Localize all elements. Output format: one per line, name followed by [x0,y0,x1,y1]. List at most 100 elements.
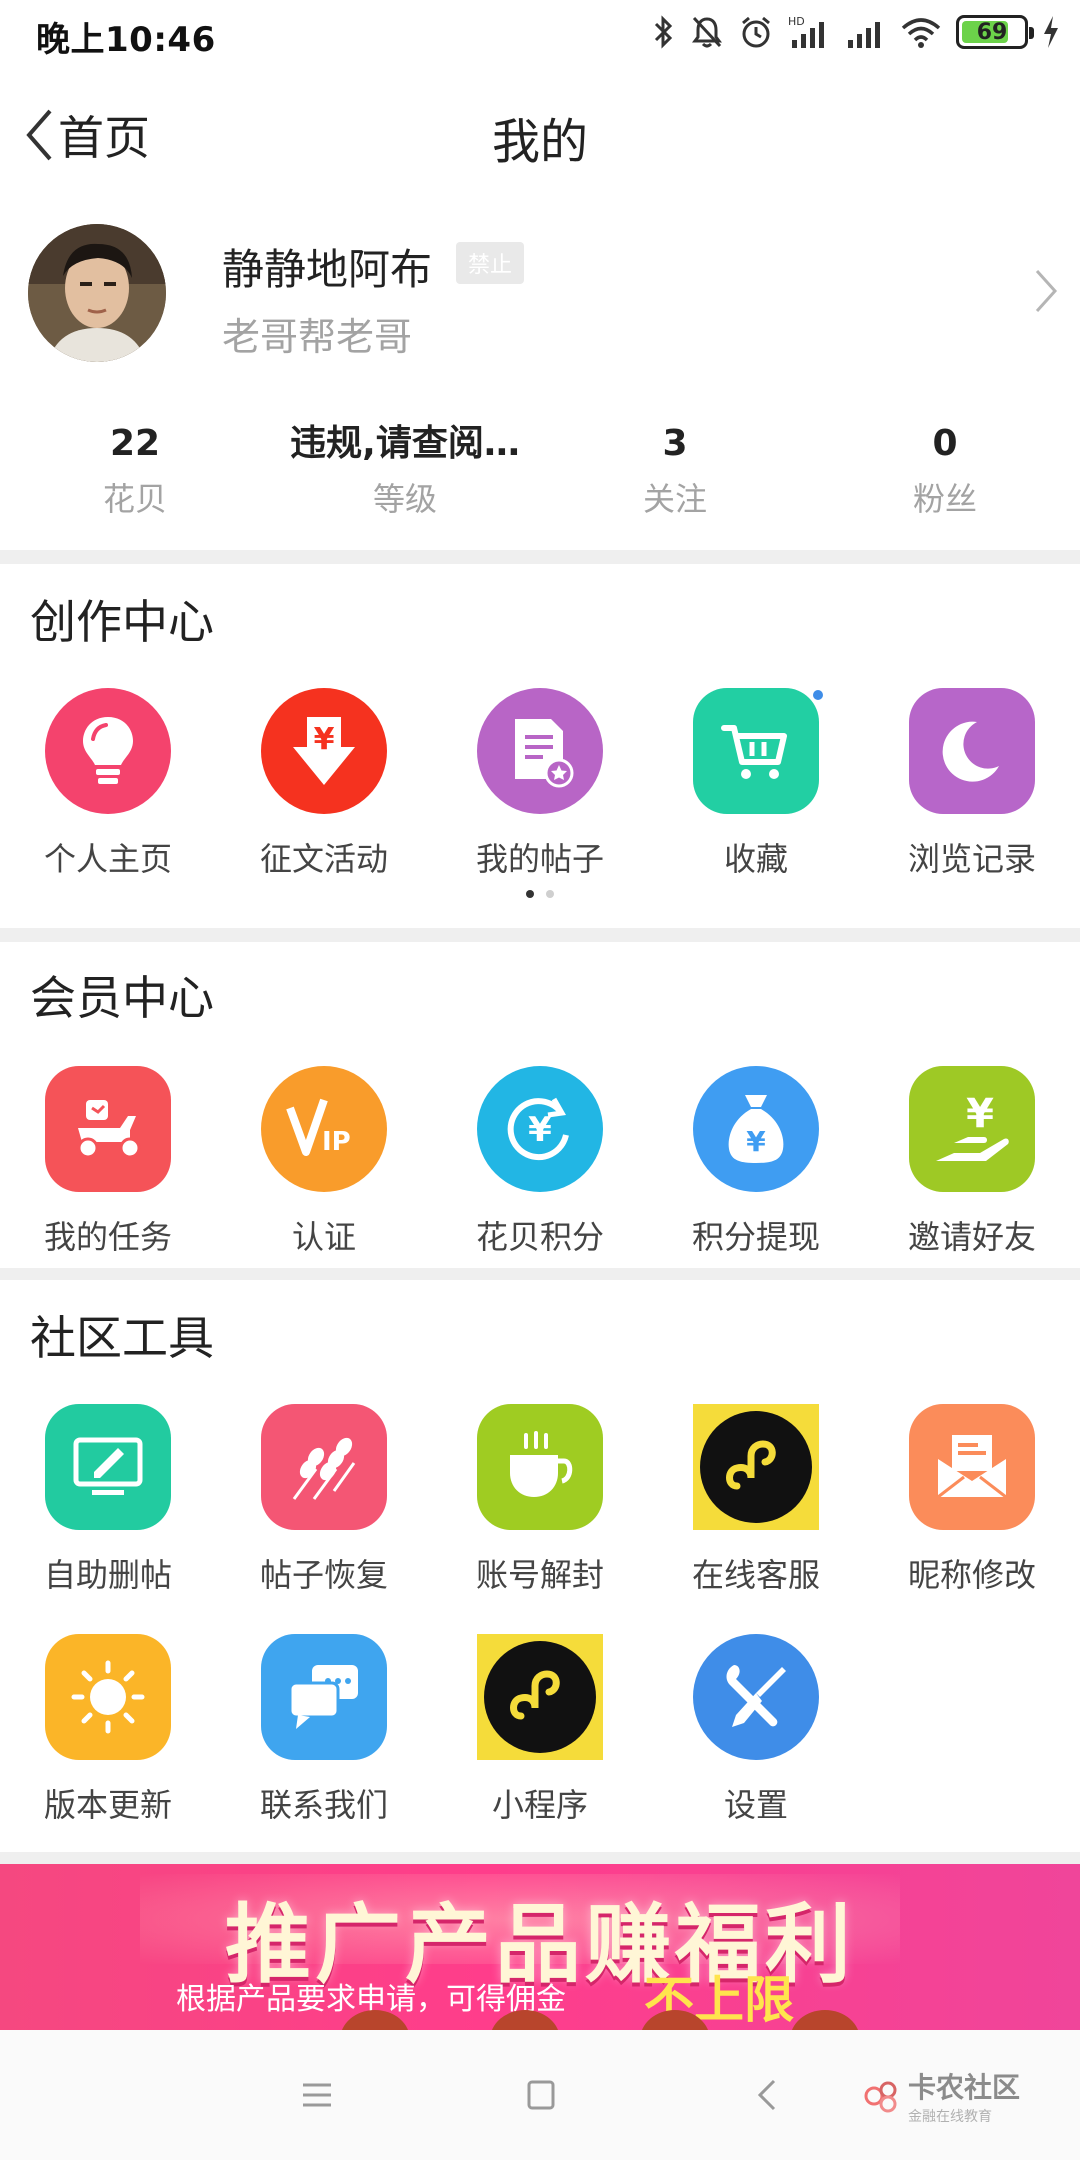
yuan-hand-icon: ¥ [909,1066,1035,1192]
stat-level[interactable]: 违规,请查阅… 等级 [270,418,540,538]
grid-item-label: 联系我们 [259,1786,388,1824]
svg-text:¥: ¥ [314,722,335,757]
vip-icon: IP [261,1066,387,1192]
mini-program-icon [477,1634,603,1760]
mini-program-icon [693,1404,819,1530]
grid-item-essay-event[interactable]: ¥ 征文活动 [216,688,432,880]
shopping-cart-icon [693,688,823,814]
menu-icon[interactable] [300,2078,334,2112]
status-time: 晚上10:46 [36,20,216,60]
grid-item-label: 昵称修改 [907,1556,1036,1594]
watermark: 卡农社区 金融在线教育 [864,2066,1020,2126]
svg-text:¥: ¥ [746,1125,766,1158]
stat-label: 花贝 [102,480,167,518]
stats-bar: 22 花贝 违规,请查阅… 等级 3 关注 0 粉丝 [0,418,1080,538]
status-bar: 晚上10:46 HD 69 [0,0,1080,66]
charging-icon [1044,16,1058,48]
grid-item-label: 个人主页 [43,840,172,878]
grid-item-history[interactable]: 浏览记录 [864,688,1080,880]
grid-item-label: 小程序 [491,1786,588,1824]
member-grid: 我的任务 IP 认证 ¥ 花贝积分 ¥ 积分提现 ¥ 邀请好友 [0,1066,1080,1258]
lightbulb-icon [45,688,171,814]
logo-icon [864,2081,897,2113]
svg-text:¥: ¥ [966,1091,994,1137]
nav-bar: 首页 我的 [0,66,1080,202]
username: 静静地阿布 [222,245,433,294]
grid-item-my-tasks[interactable]: 我的任务 [0,1066,216,1258]
grid-item-homepage[interactable]: 个人主页 [0,688,216,880]
grid-item-label: 浏览记录 [907,840,1036,878]
grid-item-label: 我的帖子 [475,840,604,878]
grid-item-contact-us[interactable]: 联系我们 [216,1634,432,1826]
grid-item-label: 账号解封 [475,1556,604,1594]
grid-item-restore-post[interactable]: 帖子恢复 [216,1404,432,1596]
signal-hd-icon: HD [788,15,824,48]
section-divider [0,928,1080,942]
creation-grid: 个人主页 ¥ 征文活动 我的帖子 收藏 浏览记录 [0,688,1080,880]
grid-item-label: 收藏 [723,840,788,878]
monitor-edit-icon [45,1404,171,1530]
grid-item-label: 设置 [723,1786,788,1824]
grid-item-label: 花贝积分 [475,1218,604,1256]
grid-item-nickname[interactable]: 昵称修改 [864,1404,1080,1596]
back-nav-icon[interactable] [756,2078,778,2112]
skewers-icon [261,1404,387,1530]
stat-label: 关注 [642,480,707,518]
grid-item-label: 帖子恢复 [259,1556,388,1594]
chat-icon [261,1634,387,1760]
avatar[interactable] [28,224,166,362]
grid-item-settings[interactable]: 设置 [648,1634,864,1826]
grid-item-label: 版本更新 [43,1786,172,1824]
wifi-icon [901,18,941,48]
page-indicator[interactable] [0,890,1080,898]
page-dot[interactable] [526,890,534,898]
grid-item-customer-service[interactable]: 在线客服 [648,1404,864,1596]
grid-item-favorites[interactable]: 收藏 [648,688,864,880]
section-divider [0,1852,1080,1864]
grid-item-mini-program[interactable]: 小程序 [432,1634,648,1826]
grid-item-my-posts[interactable]: 我的帖子 [432,688,648,880]
grid-item-label: 认证 [291,1218,356,1256]
section-title-tools: 社区工具 [30,1311,214,1365]
grid-item-verify[interactable]: IP 认证 [216,1066,432,1258]
grid-item-label: 积分提现 [691,1218,820,1256]
grid-item-invite[interactable]: ¥ 邀请好友 [864,1066,1080,1258]
grid-item-points[interactable]: ¥ 花贝积分 [432,1066,648,1258]
watermark-subtext: 金融在线教育 [907,2109,992,2125]
profile-card[interactable]: 静静地阿布 禁止 老哥帮老哥 [0,202,1080,402]
svg-text:IP: IP [322,1127,351,1157]
stat-value: 22 [109,423,161,464]
grid-item-label: 我的任务 [43,1218,172,1256]
alarm-icon [742,16,770,48]
document-star-icon [477,688,603,814]
stat-label: 粉丝 [912,480,977,518]
grid-item-unban[interactable]: 账号解封 [432,1404,648,1596]
svg-text:¥: ¥ [528,1110,552,1150]
home-icon[interactable] [526,2078,556,2112]
stat-huabei[interactable]: 22 花贝 [0,418,270,538]
system-nav-bar: 卡农社区 金融在线教育 [0,2030,1080,2160]
promo-banner[interactable]: 推广产品赚福利 根据产品要求申请，可得佣金 不上限 [0,1864,1080,2030]
grid-item-withdraw[interactable]: ¥ 积分提现 [648,1066,864,1258]
user-signature: 老哥帮老哥 [222,315,413,359]
stat-label: 等级 [372,480,437,518]
tools-grid-row-1: 自助删帖 帖子恢复 账号解封 在线客服 昵称修改 [0,1404,1080,1596]
bluetooth-icon [654,15,673,49]
stat-followers[interactable]: 0 粉丝 [810,418,1080,538]
stat-following[interactable]: 3 关注 [540,418,810,538]
sun-icon [45,1634,171,1760]
yuan-refresh-icon: ¥ [477,1066,603,1192]
grid-item-version-update[interactable]: 版本更新 [0,1634,216,1826]
chevron-right-icon[interactable] [1034,268,1058,314]
banner-people-image [300,2010,900,2030]
grid-item-delete-post[interactable]: 自助删帖 [0,1404,216,1596]
grid-item-label: 在线客服 [691,1556,820,1594]
grid-item-label: 征文活动 [259,840,388,878]
page-dot[interactable] [546,890,554,898]
tools-grid-row-2: 版本更新 联系我们 小程序 设置 [0,1634,1080,1826]
section-title-member: 会员中心 [30,971,214,1025]
wrench-screwdriver-icon [693,1634,819,1760]
money-bag-icon: ¥ [693,1066,819,1192]
grid-item-label: 自助删帖 [43,1556,172,1594]
signal-icon [848,22,880,48]
